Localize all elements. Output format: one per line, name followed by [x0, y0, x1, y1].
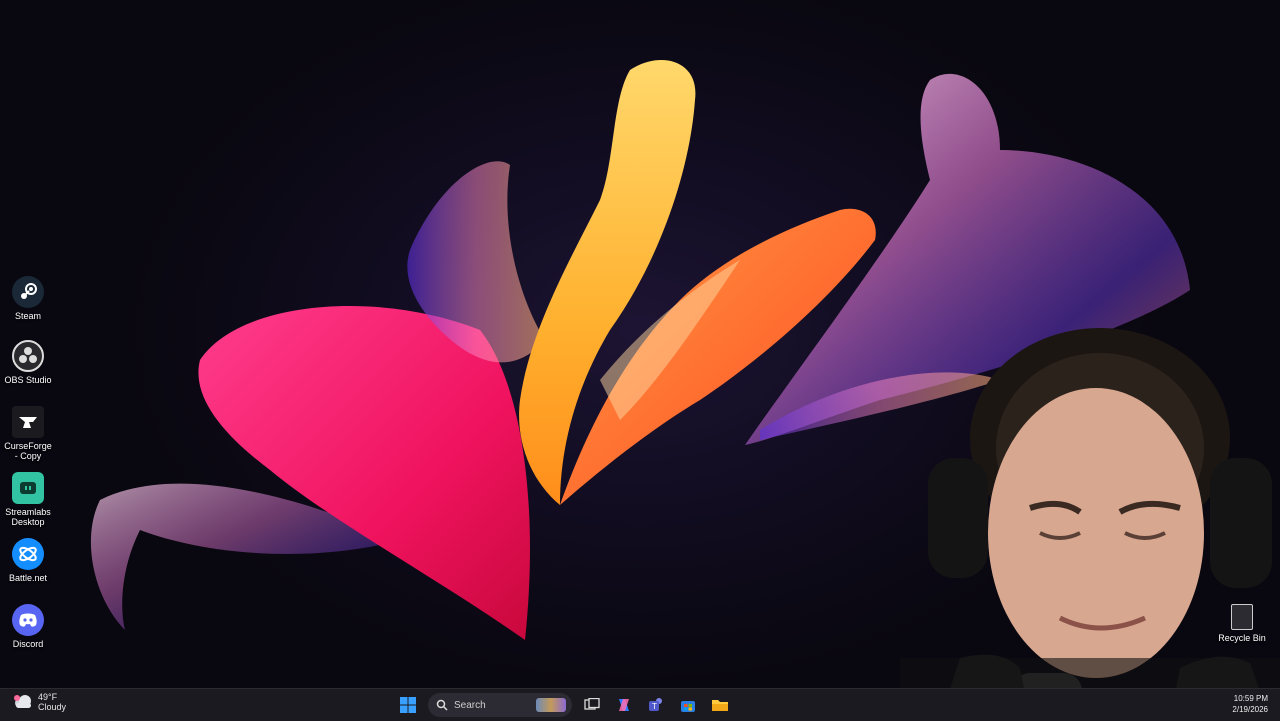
desktop-icon-recycle-bin[interactable]: Recycle Bin [1216, 604, 1268, 643]
file-explorer-icon [712, 700, 728, 711]
store-icon [681, 701, 695, 712]
clock-date: 2/19/2026 [1232, 705, 1268, 714]
windows-start-icon [400, 697, 416, 713]
desktop-icon-label: OBS Studio [4, 375, 52, 385]
desktop-icon-label: Battle.net [8, 573, 48, 583]
teams-button[interactable]: T [644, 693, 668, 717]
weather-condition: Cloudy [38, 702, 67, 712]
streamlabs-icon [12, 472, 44, 504]
copilot-button[interactable] [612, 693, 636, 717]
taskbar-clock[interactable]: 10:59 PM 2/19/2026 [1226, 693, 1268, 715]
webcam-overlay [900, 318, 1280, 720]
steam-icon [12, 276, 44, 308]
desktop-icon-battlenet[interactable]: Battle.net [4, 538, 52, 583]
svg-text:T: T [652, 702, 657, 711]
desktop-icon-label: Discord [12, 639, 44, 649]
headphone-left [928, 458, 988, 578]
copilot-icon [619, 699, 629, 711]
start-button[interactable] [396, 693, 420, 717]
face [988, 388, 1204, 678]
teams-icon: T [649, 698, 662, 711]
desktop-icon-label: CurseForge - Copy [4, 441, 52, 461]
desktop-icon-streamlabs[interactable]: Streamlabs Desktop [4, 472, 52, 527]
discord-icon [12, 604, 44, 636]
clock-time: 10:59 PM [1233, 694, 1268, 703]
headphone-right [1210, 458, 1272, 588]
battlenet-icon [12, 538, 44, 570]
search-label: Search [454, 699, 486, 711]
task-view-button[interactable] [580, 693, 604, 717]
store-button[interactable] [676, 693, 700, 717]
desktop-icon-steam[interactable]: Steam [4, 276, 52, 321]
task-view-icon [584, 698, 600, 710]
weather-widget[interactable]: 49°F Cloudy [12, 692, 66, 712]
taskbar: 49°F Cloudy Search T 10:59 PM 2/19/2026 [0, 688, 1280, 721]
search-highlight-icon [536, 698, 566, 712]
desktop-icon-obs-studio[interactable]: OBS Studio [4, 340, 52, 385]
cloudy-icon [12, 694, 34, 710]
desktop-icon-label: Steam [14, 311, 41, 321]
desktop-icon-discord[interactable]: Discord [4, 604, 52, 649]
curseforge-icon [12, 406, 44, 438]
desktop-icon-curseforge[interactable]: CurseForge - Copy [4, 406, 52, 461]
taskbar-search-box[interactable]: Search [428, 693, 572, 717]
desktop-icon-label: Recycle Bin [1218, 633, 1266, 643]
desktop-icon-label: Streamlabs Desktop [5, 507, 51, 527]
file-explorer-button[interactable] [708, 693, 732, 717]
weather-temp: 49°F [38, 692, 58, 702]
search-icon [436, 699, 448, 711]
recycle-bin-icon [1231, 604, 1253, 630]
obs-icon [12, 340, 44, 372]
